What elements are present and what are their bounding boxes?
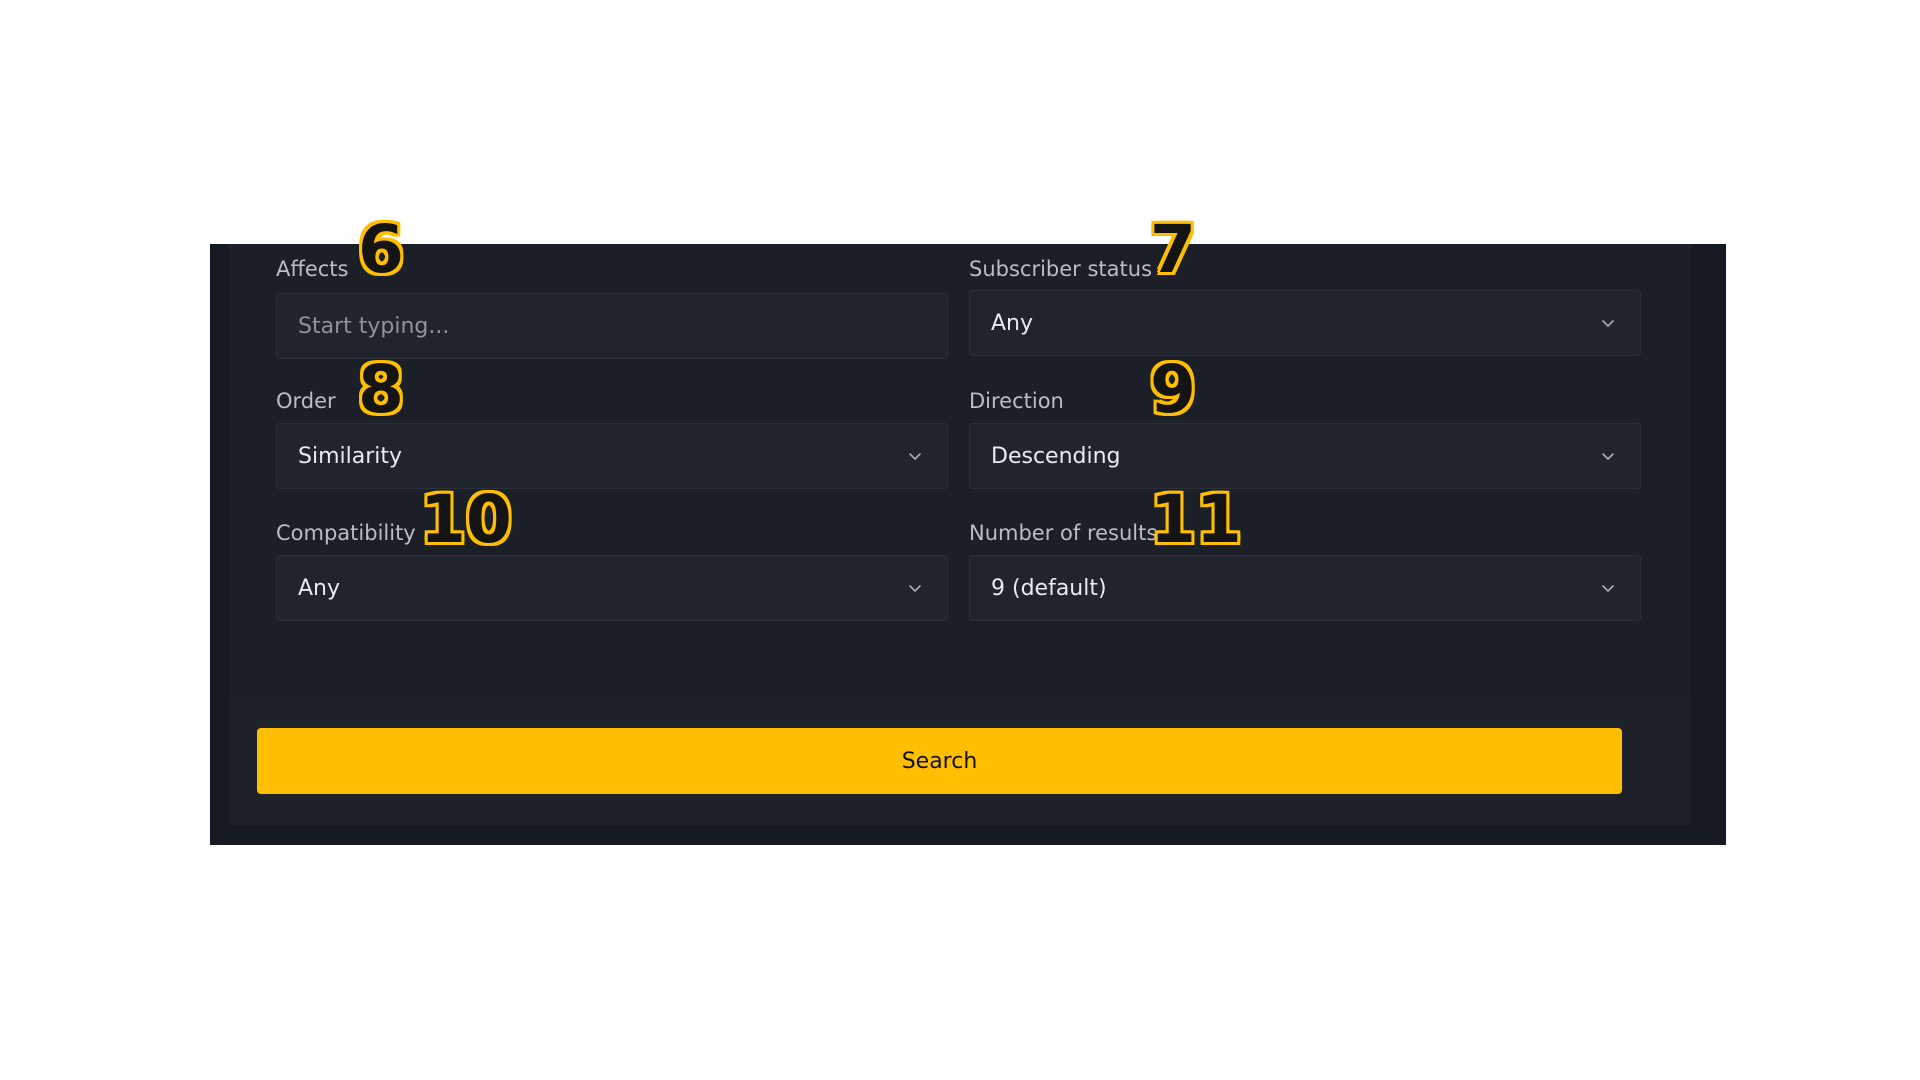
annotation-badge: 6 <box>357 211 406 288</box>
compatibility-label: Compatibility <box>276 521 416 545</box>
affects-label: Affects <box>276 257 349 281</box>
annotation-badge: 7 <box>1149 211 1198 288</box>
chevron-down-icon <box>1602 585 1614 592</box>
annotation-badge: 11 <box>1149 481 1244 558</box>
order-label: Order <box>276 389 336 413</box>
subscriber-status-label: Subscriber status <box>969 257 1153 281</box>
number-of-results-select[interactable]: 9 (default) <box>969 555 1641 621</box>
direction-select[interactable]: Descending <box>969 423 1641 489</box>
direction-label: Direction <box>969 389 1064 413</box>
affects-field[interactable] <box>276 293 948 359</box>
annotation-badge: 9 <box>1149 351 1198 428</box>
subscriber-status-value: Any <box>991 310 1034 336</box>
order-select[interactable]: Similarity <box>276 423 948 489</box>
direction-value: Descending <box>991 443 1121 469</box>
compatibility-value: Any <box>298 575 341 601</box>
annotation-badge: 8 <box>357 351 406 428</box>
chevron-down-icon <box>909 453 921 460</box>
compatibility-select[interactable]: Any <box>276 555 948 621</box>
chevron-down-icon <box>1602 453 1614 460</box>
search-button[interactable]: Search <box>257 728 1622 794</box>
chevron-down-icon <box>1602 320 1614 327</box>
number-of-results-label: Number of results <box>969 521 1158 545</box>
number-of-results-value: 9 (default) <box>991 575 1107 601</box>
subscriber-status-select[interactable]: Any <box>969 290 1641 356</box>
annotation-badge: 10 <box>419 481 514 558</box>
chevron-down-icon <box>909 585 921 592</box>
order-value: Similarity <box>298 443 403 469</box>
affects-input[interactable] <box>298 313 918 339</box>
